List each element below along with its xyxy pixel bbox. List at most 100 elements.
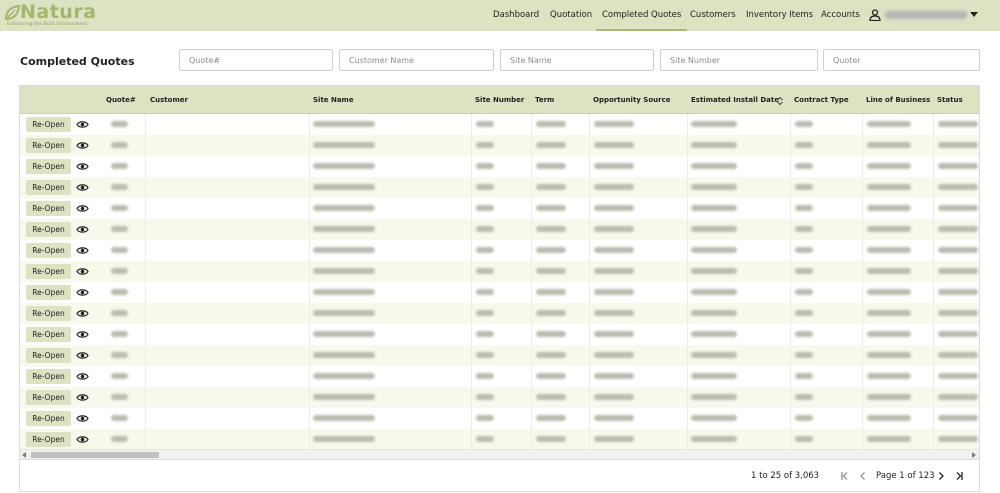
brand-logo[interactable]: Natura Enhancing the Built Environment bbox=[3, 1, 113, 29]
table-row[interactable]: Re-Open Rosen Arcade Buena Vista Once Relat… bbox=[20, 282, 979, 303]
eye-icon[interactable] bbox=[76, 160, 89, 173]
caret-down-icon[interactable] bbox=[970, 12, 978, 17]
eye-icon[interactable] bbox=[76, 265, 89, 278]
column-header-status[interactable]: Status bbox=[937, 86, 963, 114]
column-divider bbox=[145, 114, 146, 451]
cell-site-redacted: CRS Restaurant Group bbox=[313, 373, 375, 379]
re-open-button[interactable]: Re-Open bbox=[26, 285, 71, 300]
table-row[interactable]: Re-Open Plumbers Restaurant - Brook City … bbox=[20, 303, 979, 324]
re-open-button[interactable]: Re-Open bbox=[26, 117, 71, 132]
eye-icon[interactable] bbox=[76, 139, 89, 152]
column-header-site-name[interactable]: Site Name bbox=[313, 86, 354, 114]
eye-icon[interactable] bbox=[76, 349, 89, 362]
cell-source-redacted: Prospecting bbox=[594, 268, 634, 274]
eye-icon[interactable] bbox=[76, 370, 89, 383]
site-name-filter-input[interactable] bbox=[500, 49, 654, 71]
nav-accounts[interactable]: Accounts bbox=[821, 0, 860, 31]
cell-source-redacted: Relationship bbox=[594, 352, 634, 358]
nav-dashboard[interactable]: Dashboard bbox=[493, 0, 539, 31]
table-row[interactable]: Re-Open Apple Lux Citrus 36 Month Relations… bbox=[20, 177, 979, 198]
cell-lob-redacted: Interiorscapes bbox=[867, 163, 911, 169]
table-row[interactable]: Re-Open Hidli International 36 Month Relati… bbox=[20, 387, 979, 408]
eye-icon[interactable] bbox=[76, 244, 89, 257]
eye-icon[interactable] bbox=[76, 118, 89, 131]
scroll-right-arrow-icon[interactable] bbox=[972, 452, 976, 458]
eye-icon[interactable] bbox=[76, 286, 89, 299]
column-header-customer[interactable]: Customer bbox=[150, 86, 188, 114]
column-header-line-of-business[interactable]: Line of Business bbox=[866, 86, 930, 114]
column-divider bbox=[790, 114, 791, 451]
re-open-button[interactable]: Re-Open bbox=[26, 264, 71, 279]
nav-customers[interactable]: Customers bbox=[690, 0, 736, 31]
cell-lob-redacted: Seasonscapes bbox=[867, 394, 911, 400]
cell-sitenum-redacted bbox=[476, 226, 494, 232]
previous-page-icon[interactable] bbox=[857, 470, 869, 482]
first-page-icon[interactable] bbox=[839, 470, 851, 482]
sort-icon[interactable] bbox=[776, 96, 784, 106]
table-row[interactable]: Re-Open Kingsbridge Suites - Sea World 36 … bbox=[20, 156, 979, 177]
eye-icon[interactable] bbox=[76, 433, 89, 446]
customer-name-filter-input[interactable] bbox=[339, 49, 494, 71]
column-header-opportunity-source[interactable]: Opportunity Source bbox=[593, 86, 670, 114]
table-row[interactable]: Re-Open Sunfold Solutions 36 Month Referral… bbox=[20, 429, 979, 450]
re-open-button[interactable]: Re-Open bbox=[26, 243, 71, 258]
eye-icon[interactable] bbox=[76, 307, 89, 320]
eye-icon[interactable] bbox=[76, 412, 89, 425]
eye-icon[interactable] bbox=[76, 181, 89, 194]
table-row[interactable]: Re-Open Alba Hotel 36 Month Relationship SEP… bbox=[20, 240, 979, 261]
re-open-button[interactable]: Re-Open bbox=[26, 369, 71, 384]
re-open-button[interactable]: Re-Open bbox=[26, 222, 71, 237]
re-open-button[interactable]: Re-Open bbox=[26, 411, 71, 426]
cell-status-redacted: Complete bbox=[938, 184, 978, 190]
cell-quote-redacted bbox=[111, 394, 128, 400]
table-row[interactable]: Re-Open Industrious Office 36 Month Relatio… bbox=[20, 198, 979, 219]
re-open-button[interactable]: Re-Open bbox=[26, 201, 71, 216]
cell-term-redacted: 36 Month bbox=[536, 394, 566, 400]
table-row[interactable]: Re-Open Hidli International 36 Month Relati… bbox=[20, 408, 979, 429]
re-open-button[interactable]: Re-Open bbox=[26, 306, 71, 321]
cell-term-redacted: 36 Month bbox=[536, 352, 566, 358]
user-icon[interactable] bbox=[869, 9, 881, 21]
table-row[interactable]: Re-Open 3033 Fruit Cab 36 Month Prospecting… bbox=[20, 114, 979, 135]
re-open-button[interactable]: Re-Open bbox=[26, 138, 71, 153]
quote-number-filter-input[interactable] bbox=[179, 49, 333, 71]
eye-icon[interactable] bbox=[76, 223, 89, 236]
column-header-term[interactable]: Term bbox=[535, 86, 554, 114]
nav-quotation[interactable]: Quotation bbox=[550, 0, 592, 31]
cell-sitenum-redacted bbox=[476, 184, 494, 190]
column-header-site-number[interactable]: Site Number bbox=[475, 86, 524, 114]
column-header-estimated-install-date[interactable]: Estimated Install Date bbox=[691, 86, 779, 114]
eye-icon[interactable] bbox=[76, 328, 89, 341]
table-row[interactable]: Re-Open Alba Hotel 36 Month Relationship SEP… bbox=[20, 219, 979, 240]
quoter-filter-input[interactable] bbox=[823, 49, 980, 71]
next-page-icon[interactable] bbox=[935, 470, 947, 482]
user-email-redacted[interactable] bbox=[885, 11, 967, 19]
table-row[interactable]: Re-Open Mabelu Restaurant 12 Month Relation… bbox=[20, 135, 979, 156]
re-open-button[interactable]: Re-Open bbox=[26, 348, 71, 363]
page-title: Completed Quotes bbox=[20, 55, 135, 68]
re-open-button[interactable]: Re-Open bbox=[26, 432, 71, 447]
re-open-button[interactable]: Re-Open bbox=[26, 327, 71, 342]
column-header-quote-number[interactable]: Quote# bbox=[106, 86, 136, 114]
horizontal-scrollbar[interactable] bbox=[20, 449, 979, 459]
scroll-left-arrow-icon[interactable] bbox=[22, 452, 26, 458]
cell-date-redacted: AUG 05 2024 bbox=[691, 142, 737, 148]
scrollbar-thumb[interactable] bbox=[31, 452, 159, 458]
table-row[interactable]: Re-Open CRS Restaurant Group 36 Month Relat… bbox=[20, 366, 979, 387]
nav-completed-quotes[interactable]: Completed Quotes bbox=[596, 0, 688, 31]
cell-date-redacted: AUG 01 2024 bbox=[691, 163, 737, 169]
cell-sitenum-redacted bbox=[476, 415, 494, 421]
last-page-icon[interactable] bbox=[953, 470, 965, 482]
table-row[interactable]: Re-Open Corsson 36 Month Relationship SEP 27… bbox=[20, 345, 979, 366]
column-header-contract-type[interactable]: Contract Type bbox=[794, 86, 849, 114]
table-row[interactable]: Re-Open 3033 Fruit Cab 36 Month Prospecting… bbox=[20, 261, 979, 282]
table-row[interactable]: Re-Open Corsson Once Relationship SEP 27 202… bbox=[20, 324, 979, 345]
re-open-button[interactable]: Re-Open bbox=[26, 159, 71, 174]
re-open-button[interactable]: Re-Open bbox=[26, 390, 71, 405]
eye-icon[interactable] bbox=[76, 391, 89, 404]
nav-inventory-items[interactable]: Inventory Items bbox=[746, 0, 813, 31]
re-open-button[interactable]: Re-Open bbox=[26, 180, 71, 195]
eye-icon[interactable] bbox=[76, 202, 89, 215]
site-number-filter-input[interactable] bbox=[660, 49, 818, 71]
cell-term-redacted: 36 Month bbox=[536, 268, 566, 274]
